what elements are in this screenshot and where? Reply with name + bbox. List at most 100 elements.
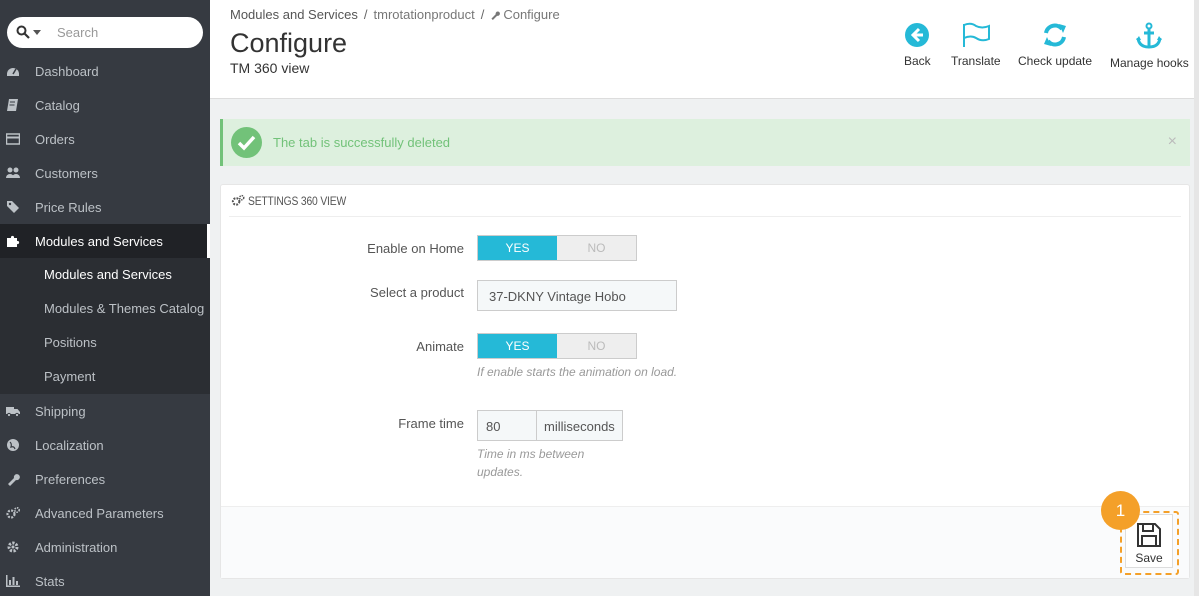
search-icon[interactable]	[16, 25, 30, 39]
dashboard-icon	[7, 68, 19, 76]
refresh-icon	[1044, 23, 1067, 47]
sidebar-subitem-label: Modules and Services	[44, 267, 172, 282]
sidebar-item-label: Preferences	[35, 472, 106, 487]
product-label: Select a product	[370, 285, 464, 300]
sidebar-item-label: Localization	[35, 438, 104, 453]
sidebar-subitem-label: Payment	[44, 369, 96, 384]
cogs-icon	[231, 194, 245, 206]
sidebar-item-label: Advanced Parameters	[35, 506, 164, 521]
frame-time-input[interactable]: 80	[477, 410, 537, 441]
sidebar-item-customers[interactable]: Customers	[0, 156, 210, 190]
search-placeholder: Search	[57, 25, 99, 40]
animate-label: Animate	[416, 339, 464, 354]
sidebar-subitem-payment[interactable]: Payment	[0, 360, 210, 394]
sidebar-item-label: Catalog	[35, 98, 80, 113]
frame-time-help-line2: updates.	[477, 465, 524, 479]
flag-icon	[962, 22, 990, 47]
sidebar-item-modules-and-services[interactable]: Modules and Services	[0, 224, 210, 258]
credit-card-icon	[6, 133, 20, 145]
alert-text: The tab is successfully deleted	[273, 135, 451, 150]
translate-label: Translate	[951, 54, 1001, 68]
anchor-icon	[1136, 22, 1163, 49]
page-header: Modules and Services / tmrotationproduct / C…	[210, 0, 1194, 99]
switch-yes[interactable]: YES	[478, 236, 557, 260]
sidebar-subitem-label: Positions	[44, 335, 97, 350]
frame-time-group: 80 milliseconds	[477, 410, 623, 441]
sidebar-item-administration[interactable]: Administration	[0, 530, 210, 564]
gear-icon	[7, 541, 19, 553]
translate-button[interactable]: Translate	[951, 22, 1001, 68]
close-icon[interactable]: ×	[1168, 133, 1177, 151]
frame-time-unit-label: milliseconds	[544, 419, 615, 434]
sidebar-item-preferences[interactable]: Preferences	[0, 462, 210, 496]
sidebar: Search Dashboard Catalog Orders Customer…	[0, 0, 210, 596]
tags-icon	[7, 201, 19, 213]
sidebar-submenu: Modules and Services Modules & Themes Ca…	[0, 258, 210, 394]
product-select-value: 37-DKNY Vintage Hobo	[489, 289, 626, 304]
sidebar-subitem-positions[interactable]: Positions	[0, 326, 210, 360]
enable-home-switch[interactable]: YES NO	[477, 235, 637, 261]
sidebar-item-catalog[interactable]: Catalog	[0, 88, 210, 122]
sidebar-subitem-modules-and-services[interactable]: Modules and Services	[0, 258, 210, 292]
sidebar-item-advanced-parameters[interactable]: Advanced Parameters	[0, 496, 210, 530]
manage-hooks-button[interactable]: Manage hooks	[1110, 22, 1189, 70]
animate-switch[interactable]: YES NO	[477, 333, 637, 359]
animate-help-text: If enable starts the animation on load.	[477, 365, 678, 379]
truck-icon	[6, 407, 20, 418]
switch-no[interactable]: NO	[557, 334, 636, 358]
sidebar-item-label: Stats	[35, 574, 65, 589]
sidebar-item-dashboard[interactable]: Dashboard	[0, 54, 210, 88]
check-update-label: Check update	[1018, 54, 1093, 68]
sidebar-item-label: Orders	[35, 132, 75, 147]
search-input[interactable]: Search	[7, 17, 203, 48]
product-select[interactable]: 37-DKNY Vintage Hobo	[477, 280, 677, 311]
sidebar-item-orders[interactable]: Orders	[0, 122, 210, 156]
wrench-icon	[491, 11, 501, 20]
page-subtitle: TM 360 view	[230, 60, 310, 76]
check-circle-icon	[231, 127, 262, 158]
frame-time-help-line1: Time in ms between	[477, 447, 585, 461]
step-badge: 1	[1101, 491, 1140, 530]
breadcrumb-separator: /	[480, 7, 485, 22]
sidebar-item-label: Modules and Services	[35, 234, 163, 249]
puzzle-icon	[7, 235, 20, 247]
frame-time-unit: milliseconds	[536, 410, 623, 441]
switch-yes[interactable]: YES	[478, 334, 557, 358]
book-icon	[7, 99, 18, 111]
search-dropdown-caret-icon[interactable]	[33, 30, 41, 35]
back-button[interactable]: Back	[904, 22, 931, 68]
breadcrumb-separator: /	[363, 7, 368, 22]
frame-time-value: 80	[486, 419, 501, 434]
enable-home-label: Enable on Home	[367, 241, 464, 256]
sidebar-item-label: Shipping	[35, 404, 86, 419]
sidebar-subitem-modules-themes-catalog[interactable]: Modules & Themes Catalog	[0, 292, 210, 326]
panel-heading: SETTINGS 360 VIEW	[229, 185, 1181, 217]
scrollbar[interactable]	[1194, 0, 1199, 596]
breadcrumb-link-modules[interactable]: Modules and Services	[230, 7, 358, 22]
sidebar-menu: Dashboard Catalog Orders Customers Price…	[0, 54, 210, 596]
manage-hooks-label: Manage hooks	[1110, 56, 1189, 70]
back-label: Back	[904, 54, 931, 68]
sidebar-item-label: Price Rules	[35, 200, 102, 215]
frame-time-label: Frame time	[398, 416, 464, 431]
switch-no[interactable]: NO	[557, 236, 636, 260]
sidebar-subitem-label: Modules & Themes Catalog	[44, 301, 205, 316]
sidebar-item-localization[interactable]: Localization	[0, 428, 210, 462]
globe-icon	[7, 439, 19, 451]
back-arrow-icon	[905, 23, 930, 47]
breadcrumb-module: tmrotationproduct	[373, 7, 475, 22]
panel-footer	[221, 506, 1189, 578]
sidebar-item-stats[interactable]: Stats	[0, 564, 210, 596]
panel-title: SETTINGS 360 VIEW	[248, 194, 347, 208]
check-update-button[interactable]: Check update	[1018, 22, 1092, 68]
breadcrumb: Modules and Services / tmrotationproduct / C…	[230, 7, 560, 22]
sidebar-item-label: Administration	[35, 540, 118, 555]
page-title: Configure	[230, 28, 348, 58]
success-alert: The tab is successfully deleted ×	[220, 119, 1190, 166]
sidebar-item-label: Customers	[35, 166, 98, 181]
cogs-icon	[6, 507, 20, 519]
sidebar-item-price-rules[interactable]: Price Rules	[0, 190, 210, 224]
settings-panel: SETTINGS 360 VIEW Enable on Home YES NO …	[220, 184, 1190, 579]
wrench-icon	[8, 474, 20, 486]
sidebar-item-shipping[interactable]: Shipping	[0, 394, 210, 428]
